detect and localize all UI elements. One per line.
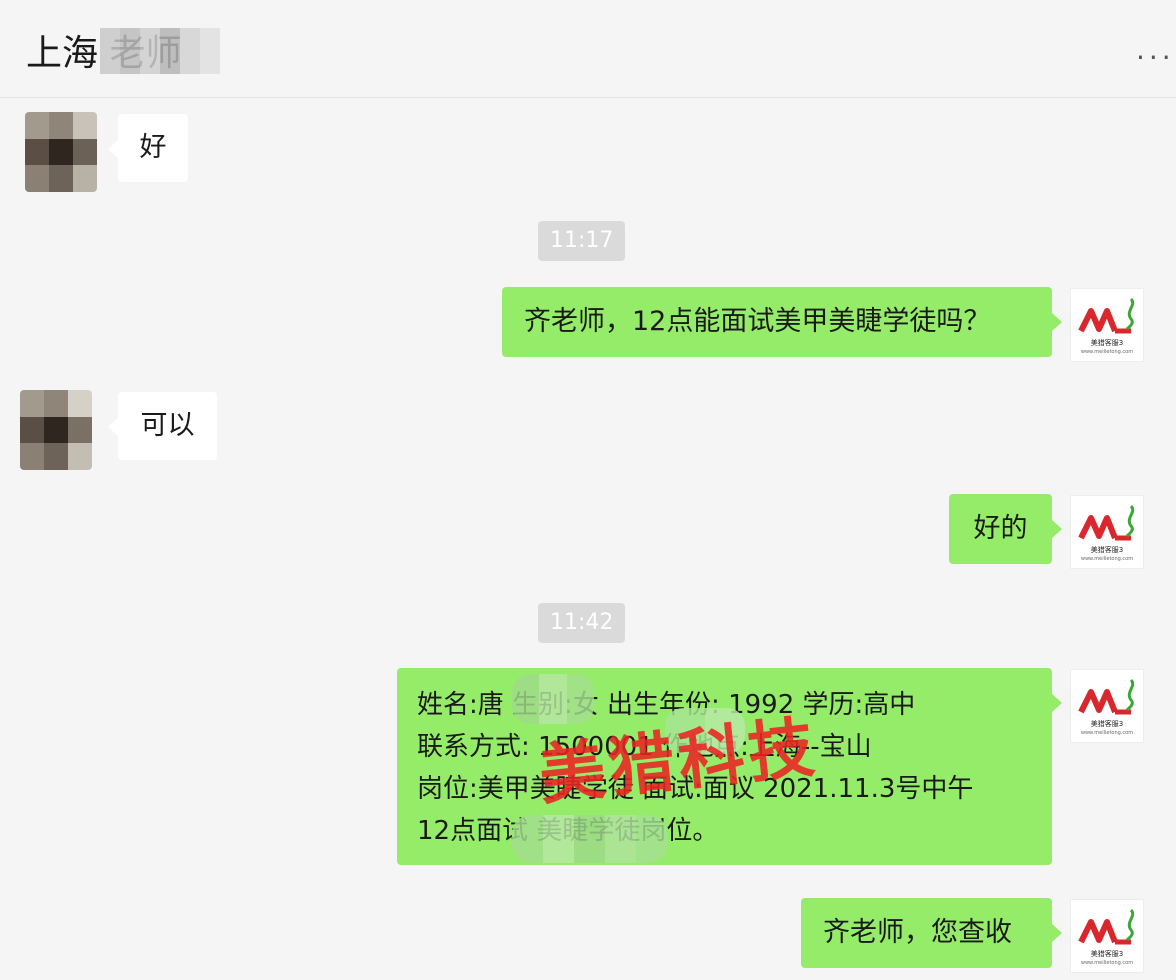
contact-avatar[interactable]: [25, 112, 97, 192]
more-options-button[interactable]: ...: [1136, 30, 1176, 70]
redaction-patch: [512, 815, 667, 863]
timestamp: 11:42: [538, 603, 626, 643]
message-bubble-outgoing[interactable]: 齐老师，12点能面试美甲美睫学徒吗？: [502, 287, 1062, 357]
svg-text:www.meilietong.com: www.meilietong.com: [1081, 349, 1133, 355]
message-bubble-outgoing[interactable]: 齐老师，您查收: [801, 898, 1062, 968]
brand-avatar[interactable]: 美猎客服3 www.meilietong.com: [1070, 288, 1144, 362]
contact-avatar[interactable]: [20, 390, 92, 470]
svg-text:美猎客服3: 美猎客服3: [1091, 338, 1123, 347]
svg-text:www.meilietong.com: www.meilietong.com: [1081, 960, 1133, 966]
brand-avatar[interactable]: 美猎客服3 www.meilietong.com: [1070, 495, 1144, 569]
chat-window: 上海 老师 ... 好 11:17 齐老师，12点能面试美甲美睫学徒吗？ 美猎客…: [0, 0, 1176, 980]
svg-text:美猎客服3: 美猎客服3: [1091, 545, 1123, 554]
timestamp: 11:17: [538, 221, 626, 261]
chat-header: 上海 老师 ...: [0, 0, 1176, 98]
message-bubble-outgoing[interactable]: 好的: [949, 494, 1062, 564]
info-line: 12点面试 美睫学徒岗位。: [417, 816, 718, 846]
title-redaction: [100, 28, 220, 74]
svg-text:www.meilietong.com: www.meilietong.com: [1081, 730, 1133, 736]
brand-logo-icon: 美猎客服3 www.meilietong.com: [1078, 678, 1135, 736]
svg-text:美猎客服3: 美猎客服3: [1091, 949, 1123, 958]
brand-logo-icon: 美猎客服3 www.meilietong.com: [1078, 297, 1135, 355]
brand-logo-icon: 美猎客服3 www.meilietong.com: [1078, 908, 1135, 966]
message-bubble-incoming[interactable]: 好: [108, 114, 188, 182]
brand-avatar[interactable]: 美猎客服3 www.meilietong.com: [1070, 669, 1144, 743]
brand-avatar[interactable]: 美猎客服3 www.meilietong.com: [1070, 899, 1144, 973]
svg-text:美猎客服3: 美猎客服3: [1091, 719, 1123, 728]
svg-text:www.meilietong.com: www.meilietong.com: [1081, 556, 1133, 562]
message-bubble-incoming[interactable]: 可以: [108, 392, 217, 460]
redaction-patch: [512, 674, 594, 724]
brand-logo-icon: 美猎客服3 www.meilietong.com: [1078, 504, 1135, 562]
